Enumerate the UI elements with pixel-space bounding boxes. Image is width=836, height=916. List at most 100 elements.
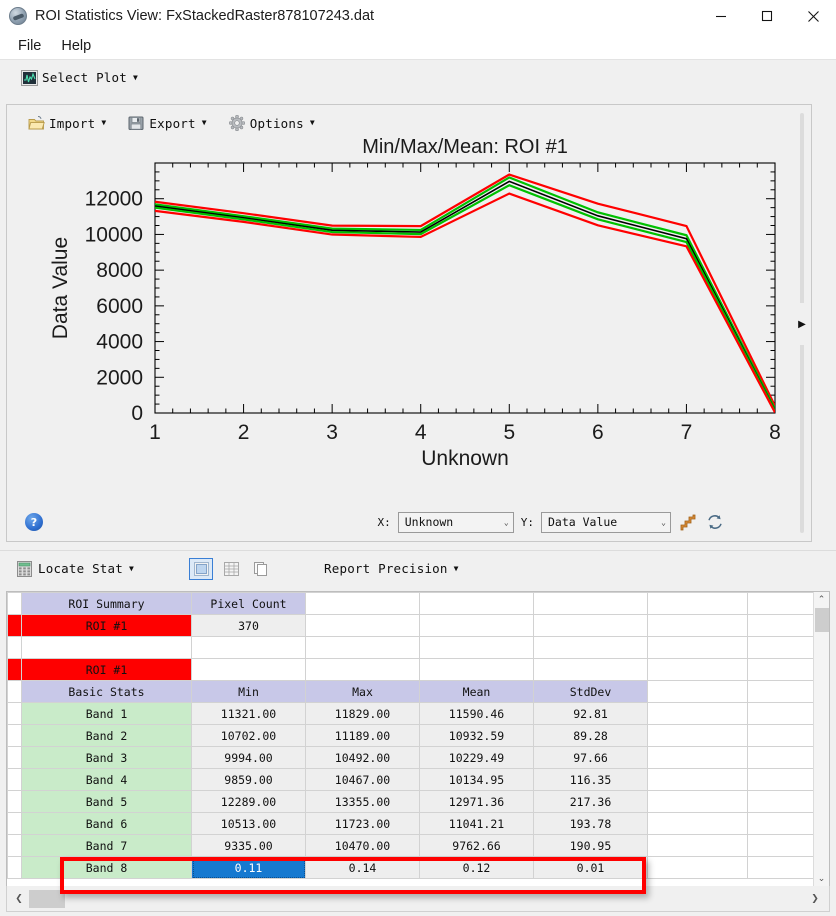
- cell-empty[interactable]: [647, 856, 748, 879]
- table-vertical-scrollbar[interactable]: ⌃ ⌄: [813, 592, 829, 887]
- header-stddev[interactable]: StdDev: [533, 680, 648, 703]
- cell-max[interactable]: 13355.00: [305, 790, 420, 813]
- cell-empty[interactable]: [419, 636, 534, 659]
- cell-min[interactable]: 9335.00: [191, 834, 306, 857]
- header-roi-summary[interactable]: ROI Summary: [21, 592, 192, 615]
- cell-stddev[interactable]: 190.95: [533, 834, 648, 857]
- header-min[interactable]: Min: [191, 680, 306, 703]
- locate-stat-button[interactable]: Locate Stat ▼: [14, 559, 137, 579]
- menu-item-help[interactable]: Help: [51, 36, 101, 56]
- cell-max[interactable]: 10467.00: [305, 768, 420, 791]
- scroll-left-arrow-icon[interactable]: ❮: [11, 891, 27, 907]
- cell-max[interactable]: 0.14: [305, 856, 420, 879]
- horizontal-scroll-thumb[interactable]: [29, 889, 65, 908]
- vertical-scroll-thumb[interactable]: [814, 608, 829, 632]
- cell-band-name[interactable]: Band 2: [21, 724, 192, 747]
- cell-stddev[interactable]: 217.36: [533, 790, 648, 813]
- x-axis-select[interactable]: Unknown ⌄: [397, 511, 514, 533]
- import-button[interactable]: Import ▼: [25, 113, 109, 133]
- cell-empty[interactable]: [305, 614, 420, 637]
- select-plot-button[interactable]: Select Plot ▼: [18, 68, 141, 88]
- cell-mean[interactable]: 10229.49: [419, 746, 534, 769]
- cell-empty[interactable]: [647, 636, 748, 659]
- cell-mean[interactable]: 10134.95: [419, 768, 534, 791]
- cell-max[interactable]: 11829.00: [305, 702, 420, 725]
- panel-splitter[interactable]: ▶: [797, 113, 807, 533]
- cell-max[interactable]: 10470.00: [305, 834, 420, 857]
- header-pixel-count[interactable]: Pixel Count: [191, 592, 306, 615]
- cell-empty[interactable]: [533, 658, 648, 681]
- header-max[interactable]: Max: [305, 680, 420, 703]
- cell-stddev[interactable]: 193.78: [533, 812, 648, 835]
- cell-mean[interactable]: 11041.21: [419, 812, 534, 835]
- cell-band-name[interactable]: Band 4: [21, 768, 192, 791]
- header-empty[interactable]: [419, 592, 534, 615]
- cell-empty[interactable]: [305, 636, 420, 659]
- cell-empty[interactable]: [191, 636, 306, 659]
- cell-min[interactable]: 10702.00: [191, 724, 306, 747]
- cell-empty[interactable]: [647, 790, 748, 813]
- cell-empty[interactable]: [419, 658, 534, 681]
- cell-empty[interactable]: [647, 702, 748, 725]
- header-empty[interactable]: [533, 592, 648, 615]
- maximize-button[interactable]: [744, 0, 790, 32]
- header-basic-stats[interactable]: Basic Stats: [21, 680, 192, 703]
- cell-empty[interactable]: [647, 746, 748, 769]
- cell-min[interactable]: 12289.00: [191, 790, 306, 813]
- cell-band-name[interactable]: Band 8: [21, 856, 192, 879]
- export-button[interactable]: Export ▼: [125, 113, 209, 133]
- minimize-button[interactable]: [698, 0, 744, 32]
- cell-mean[interactable]: 9762.66: [419, 834, 534, 857]
- cell-max[interactable]: 11189.00: [305, 724, 420, 747]
- close-button[interactable]: [790, 0, 836, 32]
- cell-empty[interactable]: [647, 768, 748, 791]
- report-precision-button[interactable]: Report Precision ▼: [321, 559, 462, 578]
- cell-max[interactable]: 11723.00: [305, 812, 420, 835]
- cell-min[interactable]: 0.11: [191, 856, 306, 879]
- table-view-icon[interactable]: [219, 558, 243, 580]
- menu-item-file[interactable]: File: [8, 36, 51, 56]
- scroll-right-arrow-icon[interactable]: ❯: [807, 891, 823, 907]
- copy-icon[interactable]: [249, 558, 273, 580]
- header-empty[interactable]: [647, 592, 748, 615]
- cell-mean[interactable]: 10932.59: [419, 724, 534, 747]
- splitter-collapse-arrow-icon[interactable]: ▶: [797, 303, 807, 345]
- cell-band-name[interactable]: Band 6: [21, 812, 192, 835]
- cell-stddev[interactable]: 92.81: [533, 702, 648, 725]
- table-horizontal-scrollbar[interactable]: ❮ ❯: [6, 886, 830, 912]
- refresh-icon[interactable]: [705, 512, 725, 532]
- cell-pixel-count[interactable]: 370: [191, 614, 306, 637]
- cell-stddev[interactable]: 116.35: [533, 768, 648, 791]
- cell-empty[interactable]: [647, 724, 748, 747]
- options-button[interactable]: Options ▼: [226, 113, 318, 133]
- cell-mean[interactable]: 12971.36: [419, 790, 534, 813]
- cell-empty[interactable]: [533, 614, 648, 637]
- cell-empty[interactable]: [191, 658, 306, 681]
- cell-empty[interactable]: [419, 614, 534, 637]
- y-axis-select[interactable]: Data Value ⌄: [541, 511, 671, 533]
- cell-empty[interactable]: [533, 636, 648, 659]
- scroll-down-arrow-icon[interactable]: ⌄: [814, 871, 830, 887]
- cell-empty[interactable]: [21, 636, 192, 659]
- cell-min[interactable]: 11321.00: [191, 702, 306, 725]
- cell-empty[interactable]: [647, 812, 748, 835]
- help-icon[interactable]: ?: [25, 513, 43, 531]
- cell-min[interactable]: 9994.00: [191, 746, 306, 769]
- header-empty[interactable]: [647, 680, 748, 703]
- cell-stddev[interactable]: 97.66: [533, 746, 648, 769]
- cell-empty[interactable]: [647, 658, 748, 681]
- cell-min[interactable]: 10513.00: [191, 812, 306, 835]
- cell-band-name[interactable]: Band 5: [21, 790, 192, 813]
- cell-stddev[interactable]: 0.01: [533, 856, 648, 879]
- plot-view-icon[interactable]: [189, 557, 214, 580]
- scroll-up-arrow-icon[interactable]: ⌃: [814, 592, 830, 608]
- cell-band-name[interactable]: Band 3: [21, 746, 192, 769]
- cell-band-name[interactable]: Band 1: [21, 702, 192, 725]
- header-mean[interactable]: Mean: [419, 680, 534, 703]
- cell-mean[interactable]: 11590.46: [419, 702, 534, 725]
- cell-empty[interactable]: [647, 614, 748, 637]
- cell-empty[interactable]: [647, 834, 748, 857]
- header-empty[interactable]: [305, 592, 420, 615]
- cell-max[interactable]: 10492.00: [305, 746, 420, 769]
- cell-roi-name[interactable]: ROI #1: [21, 658, 192, 681]
